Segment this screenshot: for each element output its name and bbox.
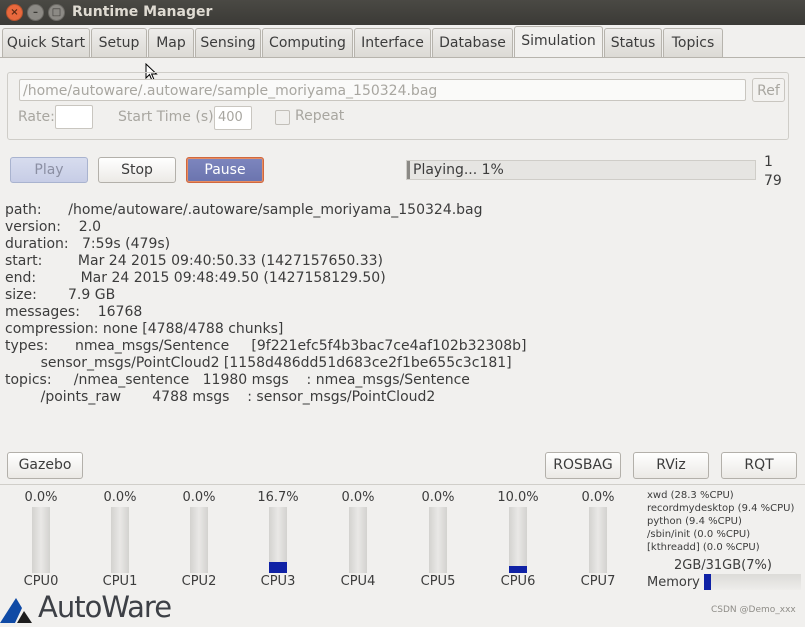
rviz-button[interactable]: RViz bbox=[633, 452, 709, 479]
repeat-label: Repeat bbox=[295, 108, 345, 124]
title-bar: × – □ Runtime Manager bbox=[0, 0, 805, 25]
cpu-bar bbox=[111, 507, 129, 573]
pause-button[interactable]: Pause bbox=[186, 157, 264, 183]
cpu-meter: 0.0% CPU0 bbox=[11, 490, 71, 590]
status-separator bbox=[0, 484, 805, 485]
memory-bar bbox=[704, 574, 801, 590]
progress-fill bbox=[407, 161, 411, 179]
info-messages: messages: 16768 bbox=[5, 304, 143, 320]
info-topics-2: /points_raw 4788 msgs : sensor_msgs/Poin… bbox=[5, 389, 436, 405]
cpu-bar bbox=[269, 507, 287, 573]
cpu-bar bbox=[429, 507, 447, 573]
cpu-percent: 16.7% bbox=[257, 490, 299, 505]
cpu-name: CPU4 bbox=[340, 574, 376, 589]
cpu-bar bbox=[32, 507, 50, 573]
cpu-name: CPU5 bbox=[420, 574, 456, 589]
tab-status[interactable]: Status bbox=[604, 28, 662, 57]
tab-database[interactable]: Database bbox=[432, 28, 513, 57]
cpu-bar bbox=[589, 507, 607, 573]
cpu-bar bbox=[349, 507, 367, 573]
process-item: /sbin/init (0.0 %CPU) bbox=[647, 529, 751, 540]
cpu-percent: 0.0% bbox=[581, 490, 615, 505]
process-item: python (9.4 %CPU) bbox=[647, 516, 742, 527]
tab-setup[interactable]: Setup bbox=[91, 28, 147, 57]
rosbag-button[interactable]: ROSBAG bbox=[545, 452, 621, 479]
tab-quick-start[interactable]: Quick Start bbox=[2, 28, 90, 57]
tab-sensing[interactable]: Sensing bbox=[195, 28, 261, 57]
repeat-checkbox[interactable] bbox=[275, 110, 290, 125]
cpu-meter: 10.0% CPU6 bbox=[488, 490, 548, 590]
cpu-percent: 0.0% bbox=[182, 490, 216, 505]
maximize-icon[interactable]: □ bbox=[48, 4, 65, 21]
start-time-input[interactable]: 400 bbox=[214, 106, 252, 130]
tab-interface[interactable]: Interface bbox=[354, 28, 431, 57]
cpu-bar bbox=[509, 507, 527, 573]
tab-map[interactable]: Map bbox=[148, 28, 194, 57]
info-types-1: types: nmea_msgs/Sentence [9f221efc5f4b3… bbox=[5, 338, 527, 354]
cpu-percent: 0.0% bbox=[103, 490, 137, 505]
cpu-meter: 0.0% CPU2 bbox=[169, 490, 229, 590]
process-item: [kthreadd] (0.0 %CPU) bbox=[647, 542, 760, 553]
counter-bottom: 79 bbox=[764, 173, 782, 189]
tab-topics[interactable]: Topics bbox=[663, 28, 723, 57]
info-end: end: Mar 24 2015 09:48:49.50 (1427158129… bbox=[5, 270, 386, 286]
gazebo-button[interactable]: Gazebo bbox=[7, 452, 83, 479]
autoware-logo-icon bbox=[0, 598, 32, 623]
cpu-name: CPU3 bbox=[260, 574, 296, 589]
cpu-name: CPU7 bbox=[580, 574, 616, 589]
info-topics-1: topics: /nmea_sentence 11980 msgs : nmea… bbox=[5, 372, 470, 388]
rate-label: Rate: bbox=[18, 109, 55, 125]
cpu-meter: 0.0% CPU1 bbox=[90, 490, 150, 590]
cpu-meter: 0.0% CPU5 bbox=[408, 490, 468, 590]
cpu-percent: 0.0% bbox=[341, 490, 375, 505]
ref-button[interactable]: Ref bbox=[752, 78, 785, 102]
start-time-label: Start Time (s): bbox=[118, 109, 219, 125]
cpu-meter: 0.0% CPU4 bbox=[328, 490, 388, 590]
tab-simulation[interactable]: Simulation bbox=[514, 26, 603, 58]
close-icon[interactable]: × bbox=[6, 4, 23, 21]
tab-panel-border bbox=[0, 57, 805, 58]
cpu-bar bbox=[190, 507, 208, 573]
minimize-icon[interactable]: – bbox=[27, 4, 44, 21]
cpu-name: CPU1 bbox=[102, 574, 138, 589]
rqt-button[interactable]: RQT bbox=[721, 452, 797, 479]
cpu-meter: 0.0% CPU7 bbox=[568, 490, 628, 590]
cpu-percent: 0.0% bbox=[24, 490, 58, 505]
memory-usage-text: 2GB/31GB(7%) bbox=[674, 558, 772, 573]
bag-path-input[interactable]: /home/autoware/.autoware/sample_moriyama… bbox=[19, 79, 746, 101]
memory-bar-fill bbox=[704, 574, 711, 590]
tab-computing[interactable]: Computing bbox=[262, 28, 353, 57]
cpu-bar-fill bbox=[269, 561, 287, 573]
info-types-2: sensor_msgs/PointCloud2 [1158d486dd51d68… bbox=[5, 355, 512, 371]
rate-input[interactable] bbox=[55, 105, 93, 129]
playback-progress-bar: Playing... 1% bbox=[406, 160, 756, 180]
counter-top: 1 bbox=[764, 154, 773, 170]
cpu-percent: 0.0% bbox=[421, 490, 455, 505]
logo-wordmark: AutoWare bbox=[38, 590, 172, 624]
cpu-name: CPU0 bbox=[23, 574, 59, 589]
cpu-meter: 16.7% CPU3 bbox=[248, 490, 308, 590]
stop-button[interactable]: Stop bbox=[98, 157, 176, 183]
info-version: version: 2.0 bbox=[5, 219, 102, 235]
info-size: size: 7.9 GB bbox=[5, 287, 116, 303]
window-title: Runtime Manager bbox=[72, 4, 213, 20]
memory-label: Memory bbox=[647, 575, 700, 590]
cpu-name: CPU6 bbox=[500, 574, 536, 589]
cpu-bar-fill bbox=[509, 566, 527, 573]
process-item: xwd (28.3 %CPU) bbox=[647, 490, 734, 501]
info-start: start: Mar 24 2015 09:40:50.33 (14271576… bbox=[5, 253, 383, 269]
info-path: path: /home/autoware/.autoware/sample_mo… bbox=[5, 202, 483, 218]
info-compression: compression: none [4788/4788 chunks] bbox=[5, 321, 284, 337]
progress-text: Playing... 1% bbox=[413, 162, 504, 178]
process-list: xwd (28.3 %CPU) recordmydesktop (9.4 %CP… bbox=[647, 489, 794, 554]
play-button[interactable]: Play bbox=[10, 157, 88, 183]
info-duration: duration: 7:59s (479s) bbox=[5, 236, 171, 252]
cpu-percent: 10.0% bbox=[497, 490, 539, 505]
cpu-name: CPU2 bbox=[181, 574, 217, 589]
watermark: CSDN @Demo_xxx bbox=[711, 605, 796, 615]
process-item: recordmydesktop (9.4 %CPU) bbox=[647, 503, 795, 514]
